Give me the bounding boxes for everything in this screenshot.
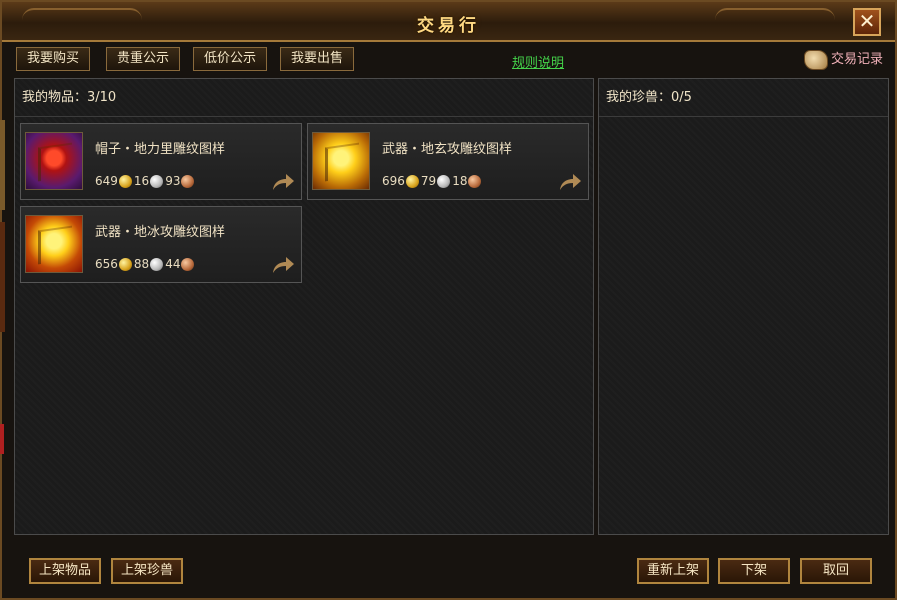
red-flag-icon xyxy=(25,132,83,190)
copper-coin-icon xyxy=(468,174,482,188)
share-arrow-icon[interactable] xyxy=(271,256,295,274)
price-gold: 649 xyxy=(95,174,118,188)
trade-log-button[interactable]: 交易记录 xyxy=(803,48,883,72)
trade-log-label: 交易记录 xyxy=(830,52,883,67)
tab-bar: 我要购买 贵重公示 低价公示 我要出售 规则说明 交易记录 xyxy=(2,44,895,74)
item-price: 649 16 93 xyxy=(95,174,196,188)
price-silver: 88 xyxy=(133,257,150,271)
price-silver: 16 xyxy=(133,174,150,188)
tab-buy[interactable]: 我要购买 xyxy=(16,47,91,71)
trading-window: 交易行 ✕ 我要购买 贵重公示 低价公示 我要出售 规则说明 交易记录 我的物品… xyxy=(0,0,897,600)
item-price: 696 79 18 xyxy=(382,174,483,188)
item-name: 武器・地玄攻雕纹图样 xyxy=(382,142,513,157)
item-card[interactable]: 武器・地冰攻雕纹图样 656 88 44 xyxy=(20,206,302,283)
scroll-icon xyxy=(803,50,828,70)
my-items-panel: 我的物品：3/10 帽子・地力里雕纹图样 649 16 93 武器・地玄攻雕纹图… xyxy=(14,78,594,535)
price-gold: 696 xyxy=(382,174,405,188)
delist-button[interactable]: 下架 xyxy=(718,558,790,584)
background-edge xyxy=(0,424,4,454)
gold-flag-icon xyxy=(25,215,83,273)
tab-sell[interactable]: 我要出售 xyxy=(280,47,355,71)
gold-coin-icon xyxy=(118,257,132,271)
item-name: 帽子・地力里雕纹图样 xyxy=(95,142,226,157)
copper-coin-icon xyxy=(181,257,195,271)
background-edge xyxy=(0,120,5,210)
item-name: 武器・地冰攻雕纹图样 xyxy=(95,225,226,240)
share-arrow-icon[interactable] xyxy=(558,173,582,191)
my-pets-header: 我的珍兽：0/5 xyxy=(599,79,888,117)
price-silver: 79 xyxy=(420,174,437,188)
background-edge xyxy=(0,222,5,332)
price-copper: 93 xyxy=(165,174,181,188)
silver-coin-icon xyxy=(150,174,164,188)
tab-lowprice-notice[interactable]: 低价公示 xyxy=(193,47,268,71)
relist-button[interactable]: 重新上架 xyxy=(637,558,710,584)
silver-coin-icon xyxy=(437,174,451,188)
list-item-button[interactable]: 上架物品 xyxy=(29,558,102,584)
gold-flag-icon xyxy=(312,132,370,190)
list-pet-button[interactable]: 上架珍兽 xyxy=(111,558,184,584)
window-title: 交易行 xyxy=(417,16,480,36)
price-copper: 18 xyxy=(452,174,468,188)
retrieve-button[interactable]: 取回 xyxy=(800,558,872,584)
tab-valuable-notice[interactable]: 贵重公示 xyxy=(106,47,181,71)
item-price: 656 88 44 xyxy=(95,257,196,271)
my-pets-panel: 我的珍兽：0/5 xyxy=(598,78,889,535)
my-items-header: 我的物品：3/10 xyxy=(15,79,593,117)
gold-coin-icon xyxy=(405,174,419,188)
gold-coin-icon xyxy=(118,174,132,188)
close-button[interactable]: ✕ xyxy=(853,8,881,36)
price-gold: 656 xyxy=(95,257,118,271)
item-card[interactable]: 武器・地玄攻雕纹图样 696 79 18 xyxy=(307,123,589,200)
item-card[interactable]: 帽子・地力里雕纹图样 649 16 93 xyxy=(20,123,302,200)
price-copper: 44 xyxy=(165,257,181,271)
title-bar: 交易行 ✕ xyxy=(2,2,895,42)
rules-link[interactable]: 规则说明 xyxy=(512,52,564,71)
silver-coin-icon xyxy=(150,257,164,271)
copper-coin-icon xyxy=(181,174,195,188)
share-arrow-icon[interactable] xyxy=(271,173,295,191)
